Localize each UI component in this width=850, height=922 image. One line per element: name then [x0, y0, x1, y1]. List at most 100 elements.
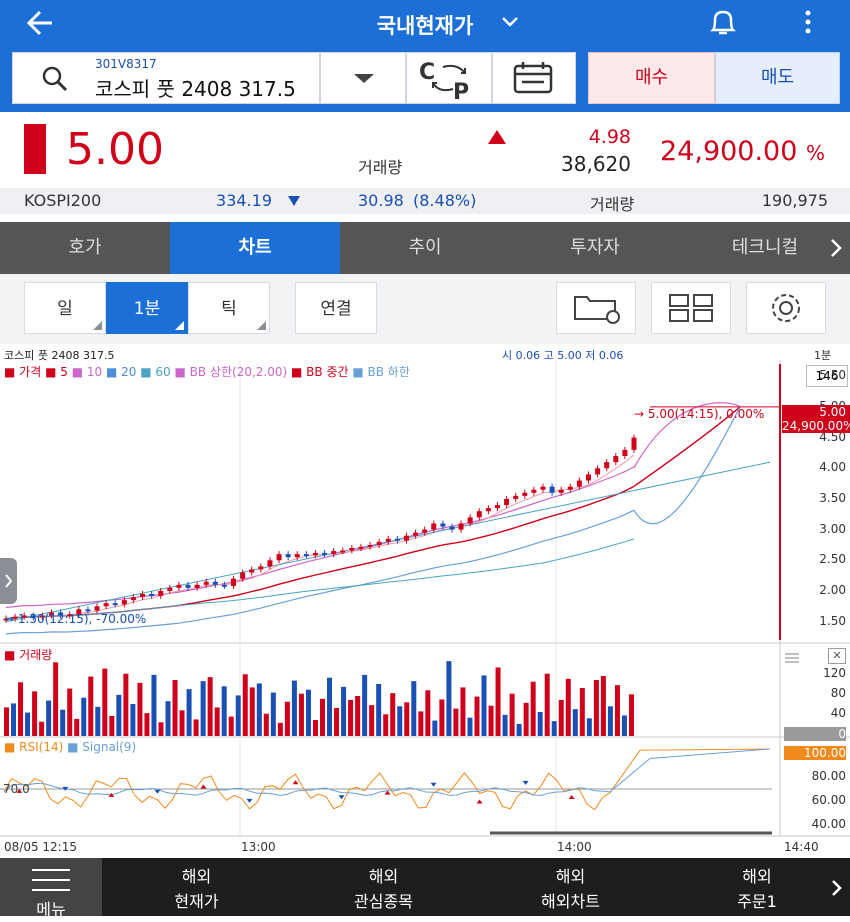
price-axis-tick: 5.50	[819, 368, 846, 383]
volume-bar	[60, 709, 66, 736]
volume-bar	[249, 687, 255, 736]
side-panel-handle[interactable]	[0, 558, 17, 604]
link-button[interactable]: 연결	[295, 282, 377, 334]
candle	[367, 544, 373, 547]
nav-overseas-watchlist[interactable]: 해외 관심종목	[290, 858, 477, 922]
price-chart[interactable]	[0, 344, 850, 858]
call-put-icon: C P	[419, 60, 469, 105]
call-put-switch-button[interactable]: C P	[406, 52, 492, 105]
price-change: 4.98	[588, 126, 631, 148]
candle	[549, 486, 555, 493]
svg-text:P: P	[453, 80, 469, 103]
rsi-70-label: 70.0	[3, 782, 30, 796]
tab-technical[interactable]: 테크니컬	[680, 222, 850, 274]
candle	[613, 456, 619, 463]
rsi-current-tag: 100.00	[784, 746, 846, 760]
tab-investor[interactable]: 투자자	[510, 222, 680, 274]
price-axis-tick: 1.50	[819, 613, 846, 628]
layout-button[interactable]	[651, 282, 731, 334]
rsi-axis-tick: 60.00	[811, 793, 846, 807]
close-panel-icon[interactable]: ✕	[828, 648, 846, 664]
volume-bar	[488, 705, 494, 736]
nav-scroll-right-icon[interactable]	[830, 878, 844, 902]
candle	[112, 603, 118, 606]
svg-text:C: C	[419, 60, 435, 85]
volume-bar	[137, 682, 143, 736]
nav-overseas-chart[interactable]: 해외 해외차트	[477, 858, 664, 922]
volume-bar	[481, 675, 487, 736]
volume-bar	[284, 701, 290, 736]
volume-bar	[214, 707, 220, 736]
bell-icon[interactable]	[705, 6, 741, 40]
period-tick-button[interactable]: 틱	[188, 282, 270, 334]
chart-period: 1분	[814, 349, 832, 362]
menu-button[interactable]: 메뉴	[0, 858, 102, 919]
settings-button[interactable]	[746, 282, 826, 334]
candle	[431, 523, 437, 530]
volume-bar	[355, 696, 361, 736]
price-axis-tick: 2.00	[819, 582, 846, 597]
tab-chart[interactable]: 차트	[170, 222, 340, 274]
volume-value: 38,620	[561, 152, 631, 176]
candle	[121, 600, 127, 605]
candle	[376, 541, 382, 545]
index-value: 334.19	[216, 191, 272, 210]
candle	[622, 449, 628, 456]
volume-bar	[579, 688, 585, 736]
tab-trend[interactable]: 추이	[340, 222, 510, 274]
memo-button[interactable]	[492, 52, 576, 104]
candle	[276, 554, 282, 561]
rsi-label: RSI(14)	[19, 740, 64, 754]
volume-bar	[397, 706, 403, 736]
grid-layout-icon	[669, 294, 713, 322]
volume-current-tag: 0	[784, 727, 846, 741]
volume-bar	[256, 683, 262, 736]
volume-bar	[242, 674, 248, 736]
volume-bar	[523, 702, 529, 736]
symbol-dropdown-button[interactable]	[320, 52, 406, 104]
period-minute-button[interactable]: 1분	[106, 282, 188, 334]
tab-orderbook[interactable]: 호가	[0, 222, 170, 274]
candle	[595, 468, 601, 475]
volume-bar	[88, 676, 94, 736]
candle	[449, 526, 455, 530]
gear-icon	[772, 294, 800, 322]
candle	[331, 551, 337, 555]
panel-menu-icon[interactable]	[784, 649, 800, 668]
legend-ma60: 60	[155, 365, 171, 379]
nav-overseas-order[interactable]: 해외 주문1	[664, 858, 850, 922]
sell-button[interactable]: 매도	[715, 52, 840, 104]
volume-bar	[509, 693, 515, 736]
volume-bar	[362, 674, 368, 736]
candle	[322, 552, 328, 555]
candle	[340, 550, 346, 553]
volume-bar	[621, 715, 627, 736]
candle	[558, 489, 564, 493]
volume-bar	[453, 708, 459, 736]
chart-settings-folder-button[interactable]	[556, 282, 636, 334]
volume-bar	[221, 686, 227, 736]
symbol-code: 301V8317	[95, 57, 157, 71]
volume-bar	[600, 676, 606, 736]
volume-bar	[25, 712, 31, 736]
top-bar: 국내현재가	[0, 0, 850, 46]
candle	[358, 546, 364, 549]
more-icon[interactable]	[800, 8, 816, 38]
buy-button[interactable]: 매수	[588, 52, 715, 104]
chevron-down-icon[interactable]	[498, 12, 522, 32]
candle	[285, 554, 291, 558]
period-day-button[interactable]: 일	[24, 282, 106, 334]
nav-overseas-price[interactable]: 해외 현재가	[103, 858, 290, 922]
legend-price: 가격	[19, 365, 42, 379]
candle	[413, 532, 419, 536]
volume-axis-tick: 80	[830, 686, 846, 700]
symbol-search-box[interactable]: 301V8317 코스피 풋 2408 317.5	[12, 52, 320, 104]
candle	[294, 554, 300, 558]
volume-bar	[516, 724, 522, 736]
calendar-icon	[513, 62, 553, 94]
legend-ma20: 20	[121, 365, 137, 379]
legend-bb-upper: BB 상한(20,2.00)	[189, 365, 288, 379]
tab-scroll-right-icon[interactable]	[828, 236, 844, 264]
candle	[604, 462, 610, 469]
volume-bar	[228, 716, 234, 736]
